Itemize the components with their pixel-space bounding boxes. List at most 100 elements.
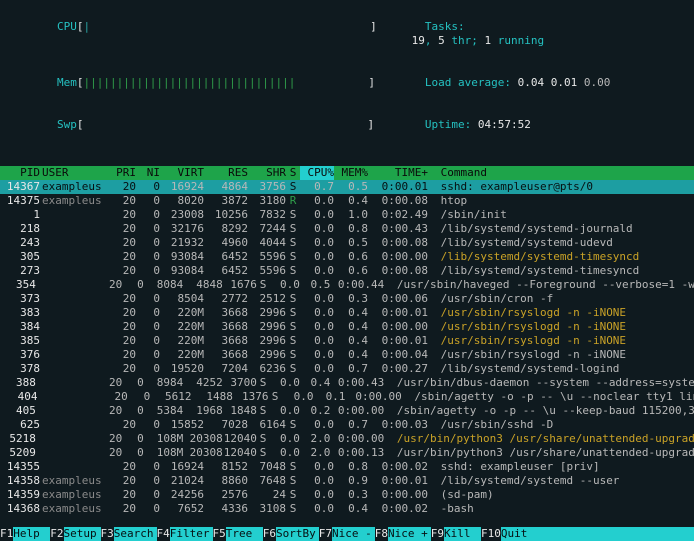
fn-label-quit[interactable]: Quit: [501, 527, 538, 541]
process-row[interactable]: 388200898442523700S0.00.40:00.43 /usr/bi…: [0, 376, 694, 390]
cell-command: /lib/systemd/systemd-logind: [441, 362, 694, 376]
cell-res: 3668: [204, 320, 248, 334]
mem-label: Mem: [57, 76, 77, 89]
cell-ni: 0: [122, 376, 144, 390]
process-row[interactable]: 14368exampleus200765243363108S0.00.40:00…: [0, 502, 694, 516]
cell-res: 4252: [183, 376, 222, 390]
cell-pid: 243: [0, 236, 42, 250]
cell-mem: 0.5: [334, 180, 368, 194]
col-ni[interactable]: NI: [136, 166, 160, 180]
process-row[interactable]: 2432002193249604044S0.00.50:00.08 /lib/s…: [0, 236, 694, 250]
cell-mem: 0.1: [314, 390, 346, 404]
fn-label-setup[interactable]: Setup: [64, 527, 101, 541]
process-row[interactable]: 404200561214881376S0.00.10:00.00 /sbin/a…: [0, 390, 694, 404]
col-cmd[interactable]: Command: [441, 166, 694, 180]
column-header-bar[interactable]: PID USER PRI NI VIRT RES SHR S CPU% MEM%…: [0, 166, 694, 180]
cell-ni: 0: [136, 208, 160, 222]
header-block: CPU[|] Tasks: 19, 5 thr; 1 running Mem[|…: [0, 0, 694, 152]
cell-pri: 20: [108, 334, 136, 348]
col-user[interactable]: USER: [42, 166, 108, 180]
header-gap: [0, 152, 694, 166]
col-time[interactable]: TIME+: [368, 166, 434, 180]
process-row[interactable]: 143552001692481527048S0.00.80:00.02 sshd…: [0, 460, 694, 474]
cell-ni: 0: [136, 460, 160, 474]
cell-pid: 373: [0, 292, 42, 306]
col-cpu[interactable]: CPU%: [300, 166, 334, 180]
process-row[interactable]: 120023008102567832S0.01.00:02.49 /sbin/i…: [0, 208, 694, 222]
fn-label-tree[interactable]: Tree: [226, 527, 263, 541]
cell-state: S: [286, 488, 300, 502]
cell-pri: 20: [108, 180, 136, 194]
col-pri[interactable]: PRI: [108, 166, 136, 180]
cell-state: S: [286, 334, 300, 348]
fn-label-filter[interactable]: Filter: [170, 527, 213, 541]
fn-key-f9[interactable]: F9: [431, 527, 444, 541]
col-shr[interactable]: SHR: [248, 166, 286, 180]
cell-virt: 220M: [160, 320, 204, 334]
col-pid[interactable]: PID: [0, 166, 42, 180]
process-row[interactable]: 385200220M36682996S0.00.40:00.01 /usr/sb…: [0, 334, 694, 348]
cell-res: 1488: [192, 390, 233, 404]
cell-state: S: [286, 292, 300, 306]
function-key-bar[interactable]: F1HelpF2SetupF3SearchF4FilterF5TreeF6Sor…: [0, 527, 694, 541]
col-s[interactable]: S: [286, 166, 300, 180]
process-row[interactable]: 383200220M36682996S0.00.40:00.01 /usr/sb…: [0, 306, 694, 320]
process-row[interactable]: 6252001585270286164S0.00.70:00.03 /usr/s…: [0, 418, 694, 432]
cell-res: 20308: [183, 432, 222, 446]
cell-ni: 0: [136, 418, 160, 432]
process-row[interactable]: 354200808448481676S0.00.50:00.44 /usr/sb…: [0, 278, 694, 292]
col-virt[interactable]: VIRT: [160, 166, 204, 180]
process-row[interactable]: 384200220M36682996S0.00.40:00.00 /usr/sb…: [0, 320, 694, 334]
fn-label-sortby[interactable]: SortBy: [276, 527, 319, 541]
fn-key-f10[interactable]: F10: [481, 527, 501, 541]
process-row[interactable]: 14359exampleus20024256257624S0.00.30:00.…: [0, 488, 694, 502]
fn-label-help[interactable]: Help: [13, 527, 50, 541]
fn-label-search[interactable]: Search: [114, 527, 157, 541]
cell-pri: 20: [108, 418, 136, 432]
cell-shr: 7048: [248, 460, 286, 474]
cell-command: /usr/sbin/haveged --Foreground --verbose…: [397, 278, 694, 292]
process-row[interactable]: 14367exampleus2001692448643756S0.70.50:0…: [0, 180, 694, 194]
process-row[interactable]: 5218200108M2030812040S0.02.00:00.00 /usr…: [0, 432, 694, 446]
fn-label-nice-[interactable]: Nice -: [332, 527, 375, 541]
cell-virt: 220M: [160, 348, 204, 362]
fn-key-f4[interactable]: F4: [157, 527, 170, 541]
cell-command: /usr/bin/python3 /usr/share/unattended-u…: [397, 432, 694, 446]
cell-shr: 2512: [248, 292, 286, 306]
process-row[interactable]: 376200220M36682996S0.00.40:00.04 /usr/sb…: [0, 348, 694, 362]
cell-shr: 2996: [248, 334, 286, 348]
process-row[interactable]: 14358exampleus2002102488607648S0.00.90:0…: [0, 474, 694, 488]
process-row[interactable]: 405200538419681848S0.00.20:00.00 /sbin/a…: [0, 404, 694, 418]
fn-key-f6[interactable]: F6: [263, 527, 276, 541]
fn-key-f8[interactable]: F8: [375, 527, 388, 541]
cell-ni: 0: [136, 488, 160, 502]
cell-mem: 0.8: [334, 222, 368, 236]
cell-cpu: 0.7: [300, 180, 334, 194]
fn-key-f3[interactable]: F3: [101, 527, 114, 541]
process-list[interactable]: 14367exampleus2001692448643756S0.70.50:0…: [0, 180, 694, 516]
fn-label-nice-[interactable]: Nice +: [388, 527, 431, 541]
fn-key-f5[interactable]: F5: [213, 527, 226, 541]
fn-key-f7[interactable]: F7: [319, 527, 332, 541]
cell-pri: 20: [108, 320, 136, 334]
mem-bars: ||||||||||||||||||||||||||||||||: [83, 76, 295, 89]
fn-key-f2[interactable]: F2: [50, 527, 63, 541]
fn-label-kill[interactable]: Kill: [444, 527, 481, 541]
cell-res: 1968: [183, 404, 222, 418]
cell-ni: 0: [136, 502, 160, 516]
process-row[interactable]: 3052009308464525596S0.00.60:00.00 /lib/s…: [0, 250, 694, 264]
cell-state: S: [286, 222, 300, 236]
process-row[interactable]: 5209200108M2030812040S0.02.00:00.13 /usr…: [0, 446, 694, 460]
col-mem[interactable]: MEM%: [334, 166, 368, 180]
col-res[interactable]: RES: [204, 166, 248, 180]
process-row[interactable]: 14375exampleus200802038723180R0.00.40:00…: [0, 194, 694, 208]
process-row[interactable]: 3782001952072046236S0.00.70:00.27 /lib/s…: [0, 362, 694, 376]
process-row[interactable]: 373200850427722512S0.00.30:00.06 /usr/sb…: [0, 292, 694, 306]
cell-state: S: [286, 264, 300, 278]
cell-time: 0:00.00: [330, 404, 390, 418]
process-row[interactable]: 2732009308464525596S0.00.60:00.08 /lib/s…: [0, 264, 694, 278]
fn-key-f1[interactable]: F1: [0, 527, 13, 541]
process-row[interactable]: 2182003217682927244S0.00.80:00.43 /lib/s…: [0, 222, 694, 236]
cpu-line: CPU[|] Tasks: 19, 5 thr; 1 running: [4, 6, 690, 62]
cell-virt: 8020: [160, 194, 204, 208]
